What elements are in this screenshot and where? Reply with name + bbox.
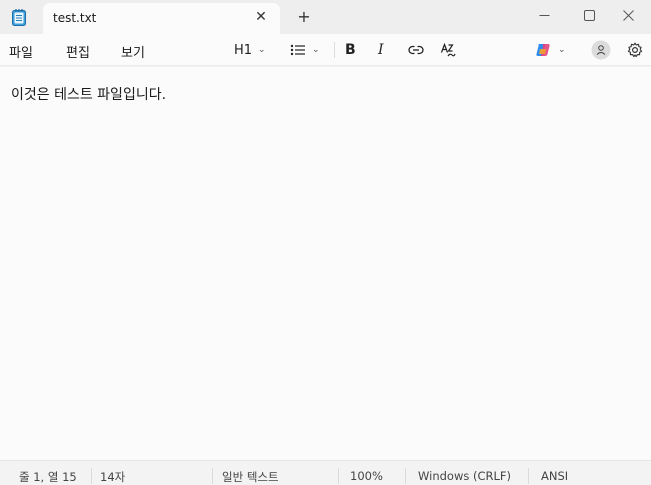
minimize-button[interactable] [521, 0, 567, 30]
chevron-down-icon: ⌄ [258, 45, 266, 55]
heading-label: H1 [234, 42, 253, 58]
copilot-icon [536, 44, 550, 56]
status-line-ending[interactable]: Windows (CRLF) [418, 469, 511, 483]
italic-icon: I [378, 42, 384, 58]
link-icon [408, 45, 424, 55]
bold-button[interactable]: B [345, 40, 356, 60]
bold-icon: B [345, 42, 356, 58]
chevron-down-icon: ⌄ [558, 45, 566, 55]
tab-test-txt[interactable]: test.txt ✕ [43, 3, 280, 34]
text-editor[interactable]: 이것은 테스트 파일입니다. [0, 67, 651, 460]
menu-edit[interactable]: 편집 [66, 42, 90, 61]
clear-formatting-button[interactable] [440, 40, 456, 60]
status-position: 줄 1, 열 15 [19, 470, 77, 484]
editor-content[interactable]: 이것은 테스트 파일입니다. [11, 84, 166, 104]
new-tab-button[interactable]: + [296, 9, 312, 25]
status-format[interactable]: 일반 텍스트 [222, 469, 279, 485]
menu-view[interactable]: 보기 [121, 42, 145, 61]
status-separator [212, 468, 213, 484]
status-encoding[interactable]: ANSI [541, 469, 568, 483]
heading-dropdown[interactable]: H1 ⌄ [234, 40, 266, 60]
menu-bar: 파일 편집 보기 H1 ⌄ ⌄ B I ⌄ [0, 34, 651, 66]
status-separator [338, 468, 339, 484]
tab-close-icon[interactable]: ✕ [254, 10, 268, 24]
close-icon [622, 9, 634, 21]
minimize-icon [539, 14, 549, 16]
italic-button[interactable]: I [378, 40, 384, 60]
status-bar: 줄 1, 열 15 14자 일반 텍스트 100% Windows (CRLF)… [0, 460, 651, 485]
list-icon [290, 44, 305, 56]
chevron-down-icon: ⌄ [312, 45, 320, 55]
gear-icon [627, 42, 643, 58]
status-separator [91, 468, 92, 484]
clear-formatting-icon [440, 42, 456, 57]
maximize-icon [583, 9, 595, 21]
notepad-app-icon [12, 9, 26, 26]
status-separator [405, 468, 406, 484]
status-zoom[interactable]: 100% [350, 469, 383, 483]
menu-file[interactable]: 파일 [9, 42, 33, 61]
link-button[interactable] [408, 40, 424, 60]
account-icon [591, 40, 611, 60]
status-char-count: 14자 [100, 470, 126, 484]
account-button[interactable] [591, 40, 611, 60]
status-separator [528, 468, 529, 484]
close-window-button[interactable] [605, 0, 651, 30]
toolbar-separator [334, 42, 335, 58]
copilot-dropdown[interactable]: ⌄ [534, 40, 566, 60]
settings-button[interactable] [627, 40, 643, 60]
title-bar: test.txt ✕ + [0, 0, 651, 34]
list-dropdown[interactable]: ⌄ [290, 40, 320, 60]
tab-title: test.txt [53, 11, 97, 25]
